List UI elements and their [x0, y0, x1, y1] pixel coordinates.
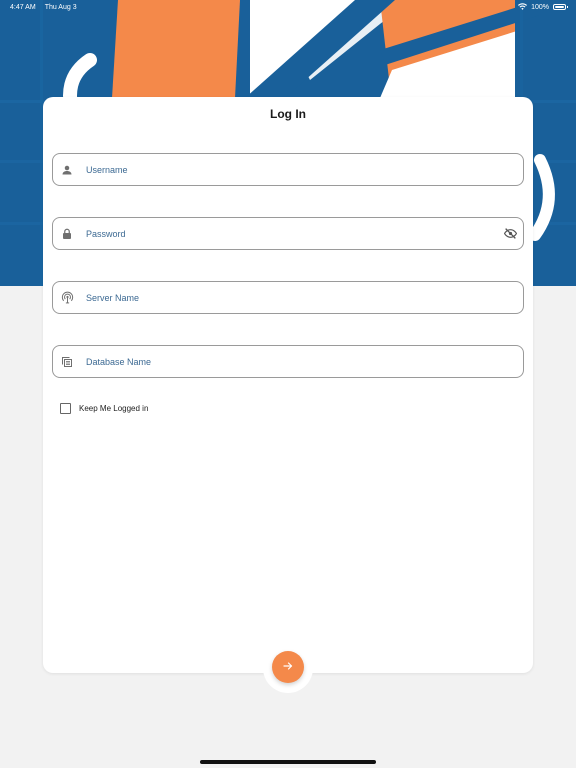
- username-field[interactable]: [52, 153, 524, 186]
- status-right: 100%: [518, 2, 568, 12]
- server-name-field[interactable]: [52, 281, 524, 314]
- eye-off-icon[interactable]: [503, 227, 517, 241]
- password-field[interactable]: [52, 217, 524, 250]
- login-card: Log In Keep Me Logged in: [43, 97, 533, 673]
- battery-percent: 100%: [531, 3, 549, 11]
- keep-logged-in-label: Keep Me Logged in: [79, 404, 149, 413]
- status-time: 4:47 AM: [10, 3, 36, 11]
- battery-fill: [554, 6, 564, 8]
- multitasking-dots: • • •: [289, 3, 306, 11]
- arrow-right-icon: [282, 660, 294, 675]
- status-bar: 4:47 AM Thu Aug 3 • • • 100%: [0, 0, 576, 14]
- database-stack-icon: [60, 355, 74, 369]
- status-date: Thu Aug 3: [44, 3, 77, 11]
- keep-logged-in-checkbox[interactable]: Keep Me Logged in: [60, 403, 148, 414]
- checkbox-box[interactable]: [60, 403, 71, 414]
- database-name-input[interactable]: [86, 346, 523, 377]
- database-name-field[interactable]: [52, 345, 524, 378]
- lock-icon: [60, 227, 74, 241]
- username-input[interactable]: [86, 154, 523, 185]
- submit-button[interactable]: [272, 651, 304, 683]
- battery-icon: [552, 4, 568, 10]
- server-name-input[interactable]: [86, 282, 523, 313]
- status-left: 4:47 AM Thu Aug 3: [10, 4, 77, 11]
- home-indicator: [200, 760, 376, 764]
- wifi-icon: [518, 2, 528, 12]
- page-title: Log In: [270, 107, 306, 121]
- password-input[interactable]: [86, 218, 503, 249]
- person-icon: [60, 163, 74, 177]
- wifi-tethering-icon: [60, 291, 74, 305]
